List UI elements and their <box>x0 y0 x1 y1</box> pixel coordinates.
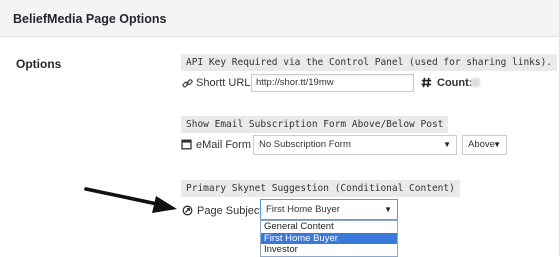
page-subject-select[interactable]: First Home Buyer ▼ <box>260 199 398 220</box>
arrow-icon <box>84 187 177 213</box>
email-form-select[interactable]: No Subscription Form ▼ <box>253 135 457 155</box>
page-subject-dropdown: General Content First Home Buyer Investo… <box>260 220 398 257</box>
shorturl-label: Shortt URL <box>196 77 251 89</box>
dropdown-option[interactable]: General Content <box>261 221 397 233</box>
panel-title: BeliefMedia Page Options <box>13 12 167 26</box>
chevron-down-icon: ▼ <box>493 140 501 149</box>
hash-icon <box>421 77 432 88</box>
email-form-note: Show Email Subscription Form Above/Below… <box>181 116 449 133</box>
email-position-select-value: Above <box>468 139 495 150</box>
page-subject-select-value: First Home Buyer <box>266 204 340 215</box>
page-subject-label: Page Subject <box>197 205 263 217</box>
target-icon <box>182 205 193 216</box>
page-options-panel: BeliefMedia Page Options Options API Key… <box>0 0 560 257</box>
dropdown-option-selected[interactable]: First Home Buyer <box>261 232 397 244</box>
email-form-select-value: No Subscription Form <box>259 139 351 150</box>
skynet-note: Primary Skynet Suggestion (Conditional C… <box>181 180 460 197</box>
dropdown-option[interactable]: Investor <box>261 244 397 256</box>
chevron-down-icon: ▼ <box>443 140 451 149</box>
email-position-select[interactable]: Above ▼ <box>462 135 507 155</box>
chevron-down-icon: ▼ <box>384 205 392 214</box>
header-divider <box>0 37 559 38</box>
shorturl-input[interactable]: http://shor.tt/19mw <box>251 74 414 92</box>
count-value <box>471 78 480 87</box>
section-label-options: Options <box>16 57 62 71</box>
form-icon <box>181 139 192 150</box>
count-label: Count: <box>437 77 473 89</box>
email-form-label: eMail Form <box>196 139 252 151</box>
link-icon <box>182 79 193 88</box>
panel-header: BeliefMedia Page Options <box>0 0 559 37</box>
api-key-note: API Key Required via the Control Panel (… <box>181 54 558 71</box>
